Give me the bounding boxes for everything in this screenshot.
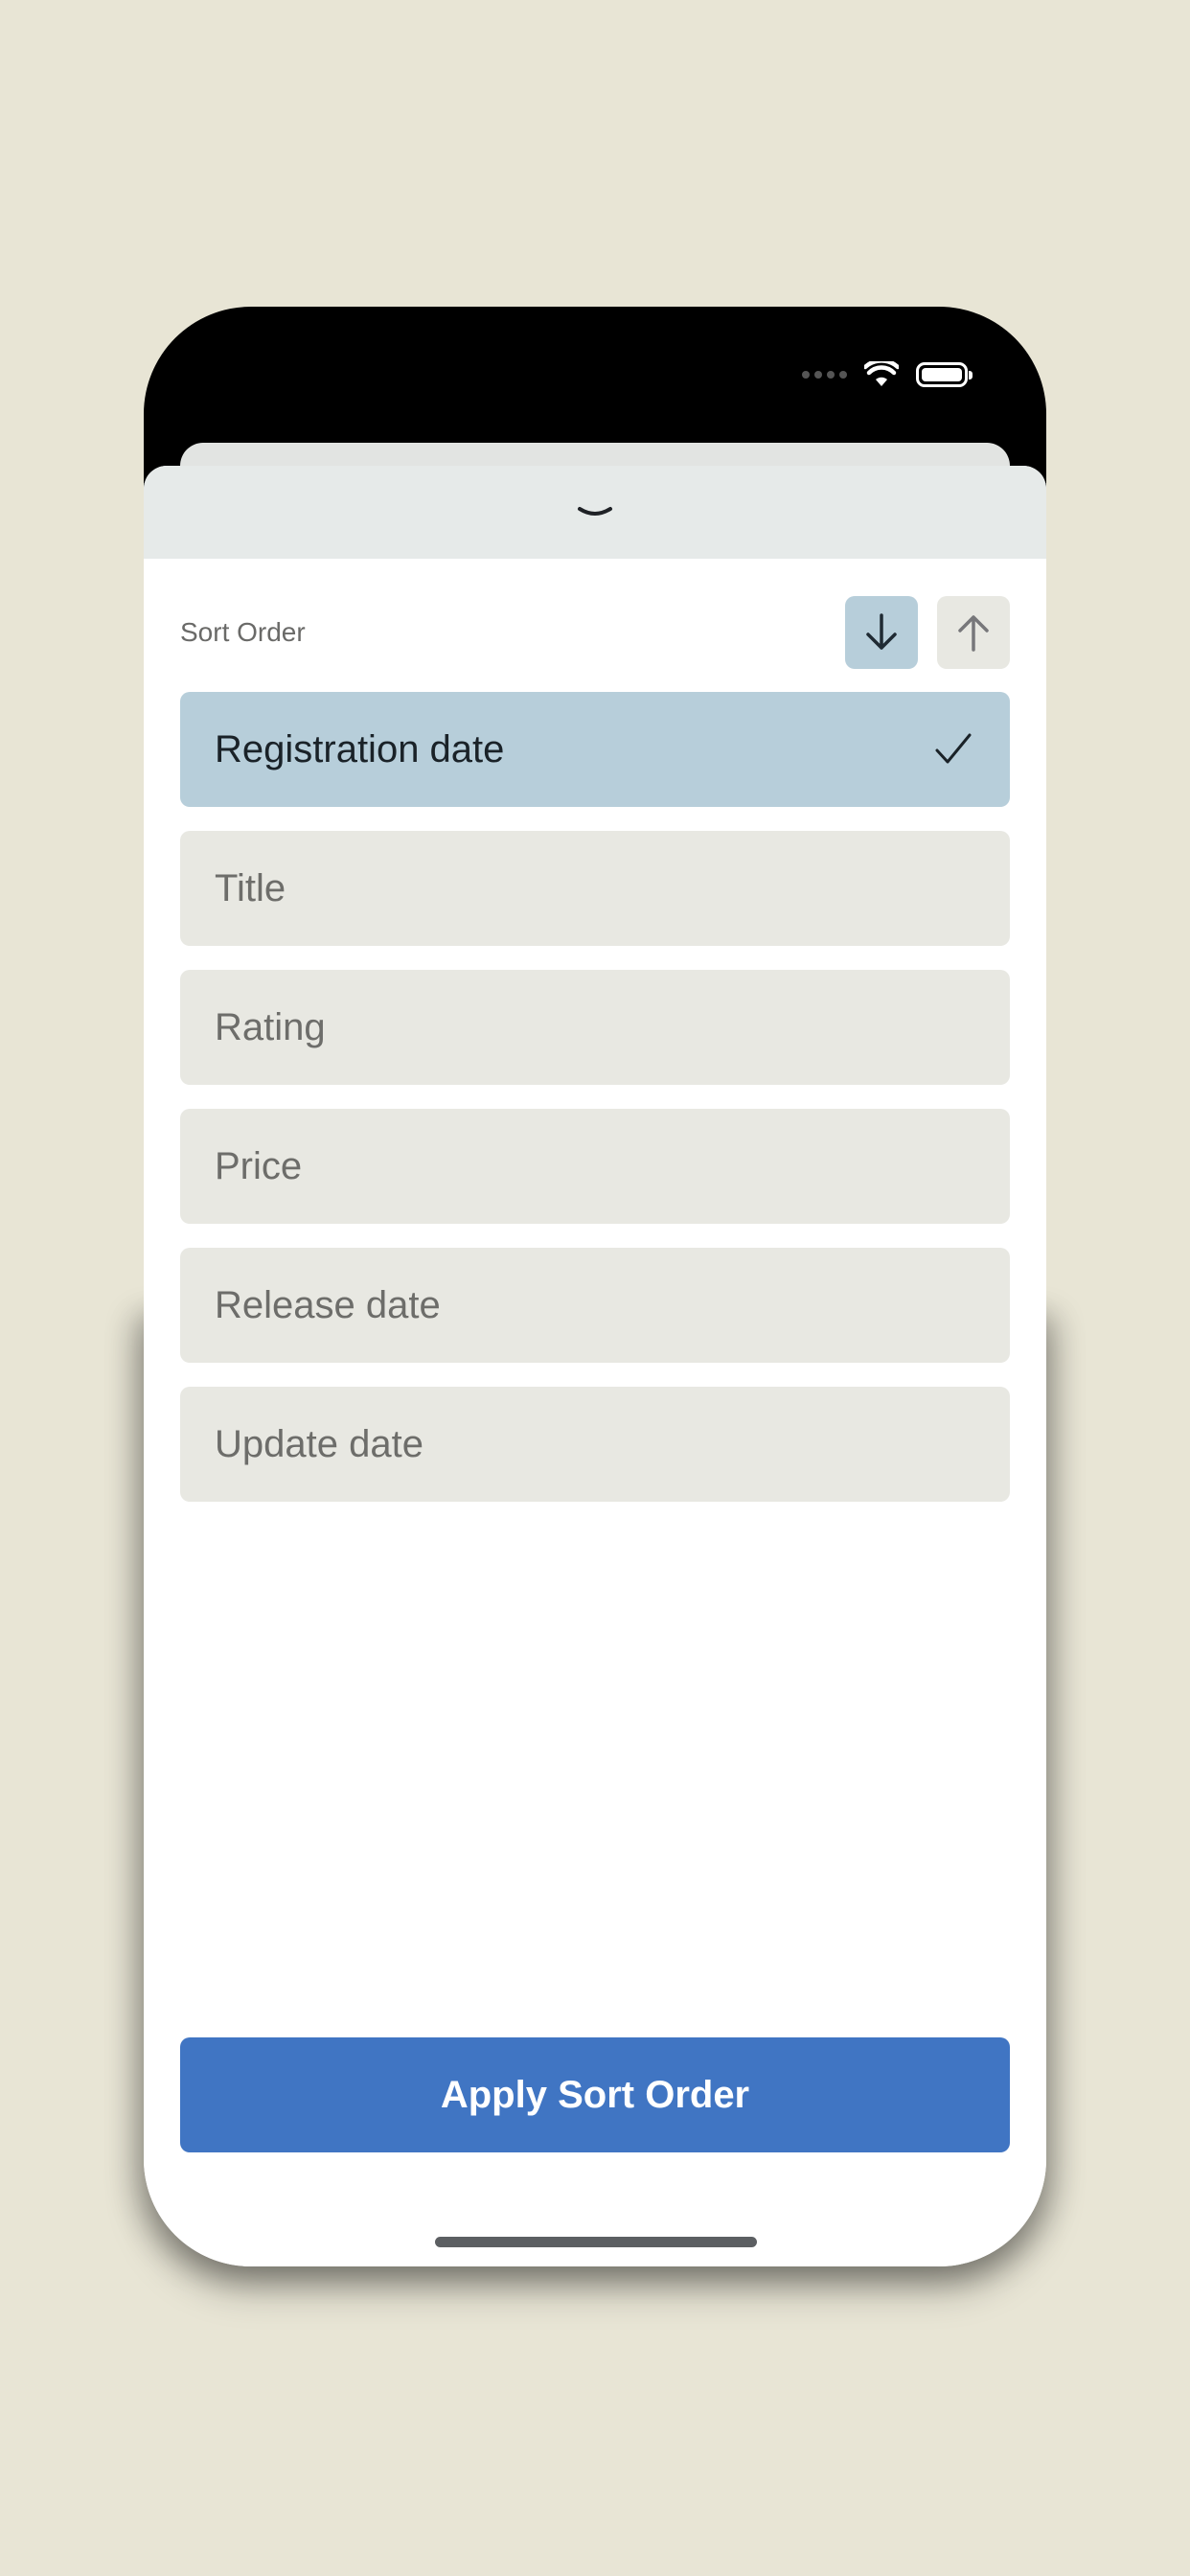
apply-sort-order-button[interactable]: Apply Sort Order [180,2037,1010,2152]
home-indicator[interactable] [435,2237,757,2247]
sort-descending-button[interactable] [845,596,918,669]
sort-option-update-date[interactable]: Update date [180,1387,1010,1502]
sort-option-release-date[interactable]: Release date [180,1248,1010,1363]
battery-icon [916,362,973,387]
chevron-down-icon[interactable] [576,503,614,522]
checkmark-icon [935,733,972,764]
option-label: Registration date [215,727,505,770]
option-label: Price [215,1144,303,1187]
sort-option-registration-date[interactable]: Registration date [180,692,1010,807]
sort-option-rating[interactable]: Rating [180,970,1010,1085]
cellular-signal-icon [802,371,847,379]
sort-order-row: Sort Order [180,595,1010,670]
sheet-grabber[interactable] [144,466,1046,559]
option-label: Update date [215,1422,423,1465]
sort-order-title: Sort Order [180,617,306,647]
arrow-up-icon [958,615,989,652]
wifi-icon [864,361,899,386]
option-label: Rating [215,1005,326,1048]
sort-options-list: Registration date Title Rating Price Rel… [180,692,1010,1526]
sort-sheet: Sort Order Registration date Title Ratin… [144,466,1046,2266]
option-label: Title [215,866,286,909]
sort-ascending-button[interactable] [937,596,1010,669]
sort-option-price[interactable]: Price [180,1109,1010,1224]
arrow-down-icon [866,613,897,650]
option-label: Release date [215,1283,441,1326]
sort-option-title[interactable]: Title [180,831,1010,946]
status-bar [802,358,973,391]
